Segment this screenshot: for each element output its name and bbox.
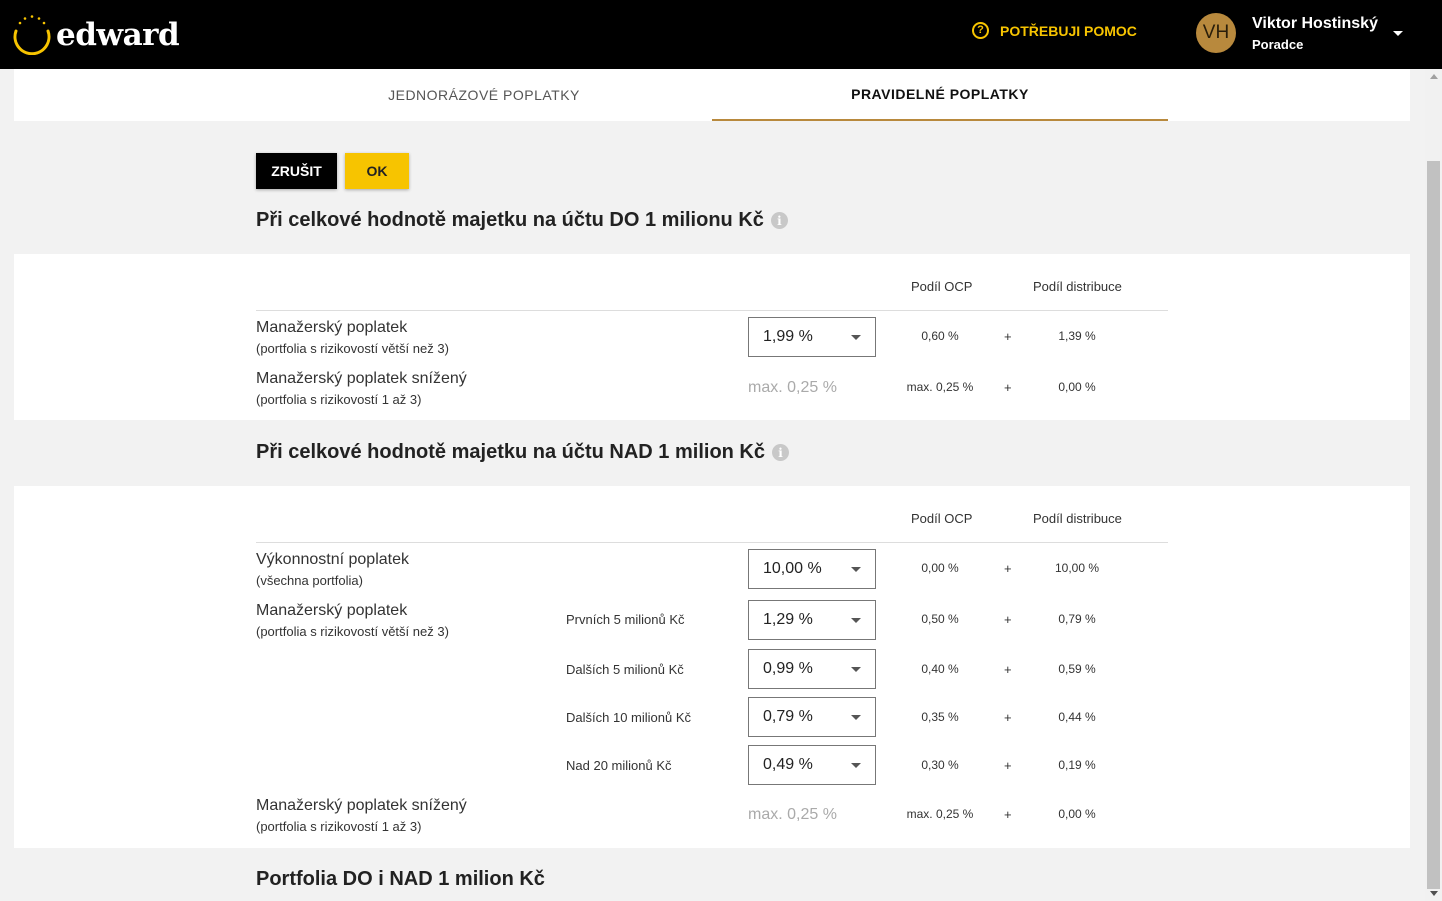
fee-sublabel: (portfolia s rizikovostí větší než 3) [256, 341, 449, 356]
info-icon[interactable]: i [770, 212, 788, 229]
select-value: 10,00 % [763, 560, 822, 577]
section-title-under-1m: Při celkové hodnotě majetku na účtu DO 1… [256, 209, 788, 232]
ocp-share: max. 0,25 % [906, 807, 974, 821]
distribution-share: 0,00 % [1058, 380, 1096, 394]
top-bar: edward ? POTŘEBUJI POMOC VH Viktor Hosti… [0, 0, 1442, 69]
fee-label: Manažerský poplatek snížený [256, 797, 467, 814]
distribution-share: 0,00 % [1058, 807, 1096, 821]
select-value: 0,49 % [763, 756, 813, 773]
ocp-share: 0,30 % [921, 758, 959, 772]
chevron-down-icon [851, 618, 861, 623]
scroll-down-icon[interactable] [1430, 891, 1438, 896]
chevron-down-icon [851, 567, 861, 572]
cancel-button[interactable]: ZRUŠIT [256, 153, 337, 189]
panel-under-1m [14, 254, 1410, 420]
plus-sign: + [1004, 710, 1012, 725]
chevron-down-icon[interactable] [1393, 31, 1403, 36]
section-title-all-portfolios: Portfolia DO i NAD 1 milion Kč [256, 868, 545, 891]
tier-label: Dalších 10 milionů Kč [566, 710, 691, 725]
col-header-distribution: Podíl distribuce [1033, 511, 1122, 526]
max-fee-value: max. 0,25 % [748, 379, 837, 396]
fee-sublabel: (portfolia s rizikovostí 1 až 3) [256, 819, 422, 834]
divider [256, 542, 1168, 543]
distribution-share: 0,44 % [1058, 710, 1096, 724]
ok-button[interactable]: OK [345, 153, 409, 189]
plus-sign: + [1004, 758, 1012, 773]
user-menu[interactable]: VH Viktor Hostinský Poradce [1196, 13, 1378, 53]
help-link[interactable]: ? POTŘEBUJI POMOC [972, 22, 1137, 39]
info-icon[interactable]: i [772, 444, 789, 461]
plus-sign: + [1004, 329, 1012, 344]
management-fee-select[interactable]: 1,99 % [748, 317, 876, 357]
tier-label: Prvních 5 milionů Kč [566, 612, 685, 627]
ocp-share: max. 0,25 % [906, 380, 974, 394]
tier-fee-select[interactable]: 0,79 % [748, 697, 876, 737]
avatar: VH [1196, 13, 1236, 53]
fee-sublabel: (portfolia s rizikovostí 1 až 3) [256, 392, 422, 407]
ocp-share: 0,60 % [921, 329, 959, 343]
section-title-text: Při celkové hodnotě majetku na účtu DO 1… [256, 209, 764, 231]
section-title-over-1m: Při celkové hodnotě majetku na účtu NAD … [256, 441, 789, 464]
fee-label: Manažerský poplatek [256, 602, 408, 619]
distribution-share: 0,19 % [1058, 758, 1096, 772]
select-value: 1,99 % [763, 328, 813, 345]
plus-sign: + [1004, 662, 1012, 677]
select-value: 1,29 % [763, 611, 813, 628]
ocp-share: 0,35 % [921, 710, 959, 724]
divider [256, 310, 1168, 311]
distribution-share: 0,59 % [1058, 662, 1096, 676]
logo-sun-icon [13, 15, 51, 55]
chevron-down-icon [851, 763, 861, 768]
tier-label: Dalších 5 milionů Kč [566, 662, 684, 677]
user-name: Viktor Hostinský [1252, 14, 1378, 32]
fee-tabs: JEDNORÁZOVÉ POPLATKY PRAVIDELNÉ POPLATKY [14, 69, 1410, 121]
fee-sublabel: (portfolia s rizikovostí větší než 3) [256, 624, 449, 639]
fee-label: Manažerský poplatek snížený [256, 370, 467, 387]
select-value: 0,79 % [763, 708, 813, 725]
user-role: Poradce [1252, 36, 1304, 52]
distribution-share: 1,39 % [1058, 329, 1096, 343]
col-header-distribution: Podíl distribuce [1033, 279, 1122, 294]
distribution-share: 10,00 % [1054, 561, 1100, 575]
logo-text: edward [56, 17, 180, 53]
chevron-down-icon [851, 667, 861, 672]
question-icon: ? [972, 22, 989, 39]
section-title-text: Při celkové hodnotě majetku na účtu NAD … [256, 441, 765, 463]
tab-one-time-fees[interactable]: JEDNORÁZOVÉ POPLATKY [256, 69, 712, 121]
max-fee-value: max. 0,25 % [748, 806, 837, 823]
fee-sublabel: (všechna portfolia) [256, 573, 363, 588]
distribution-share: 0,79 % [1058, 612, 1096, 626]
ocp-share: 0,00 % [921, 561, 959, 575]
chevron-down-icon [851, 335, 861, 340]
scrollbar[interactable] [1425, 69, 1442, 901]
tier-fee-select[interactable]: 0,99 % [748, 649, 876, 689]
tier-fee-select[interactable]: 1,29 % [748, 600, 876, 640]
fee-label: Manažerský poplatek [256, 319, 408, 336]
ocp-share: 0,40 % [921, 662, 959, 676]
ocp-share: 0,50 % [921, 612, 959, 626]
tab-regular-fees[interactable]: PRAVIDELNÉ POPLATKY [712, 69, 1168, 121]
scrollbar-thumb[interactable] [1427, 161, 1440, 889]
col-header-ocp: Podíl OCP [911, 279, 973, 294]
plus-sign: + [1004, 612, 1012, 627]
plus-sign: + [1004, 807, 1012, 822]
scroll-up-icon[interactable] [1430, 74, 1438, 79]
select-value: 0,99 % [763, 660, 813, 677]
fee-label: Výkonnostní poplatek [256, 551, 409, 568]
performance-fee-select[interactable]: 10,00 % [748, 549, 876, 589]
logo[interactable]: edward [12, 12, 180, 56]
panel-over-1m [14, 486, 1410, 848]
help-label: POTŘEBUJI POMOC [1000, 22, 1137, 39]
section-title-text: Portfolia DO i NAD 1 milion Kč [256, 868, 545, 890]
tier-label: Nad 20 milionů Kč [566, 758, 672, 773]
chevron-down-icon [851, 715, 861, 720]
col-header-ocp: Podíl OCP [911, 511, 973, 526]
tier-fee-select[interactable]: 0,49 % [748, 745, 876, 785]
plus-sign: + [1004, 380, 1012, 395]
plus-sign: + [1004, 561, 1012, 576]
